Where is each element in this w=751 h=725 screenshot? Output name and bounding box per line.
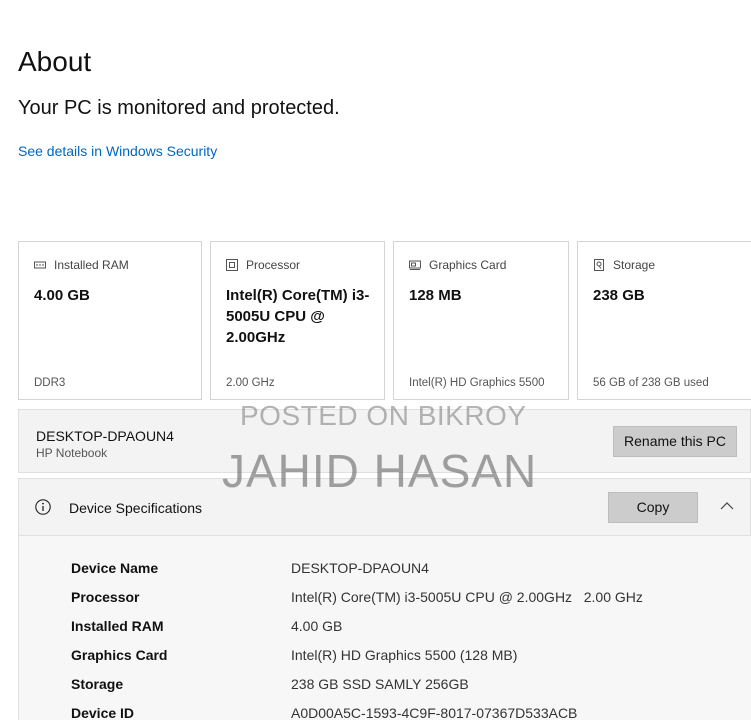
spec-row-device-name: Device Name DESKTOP-DPAOUN4: [71, 560, 429, 580]
spec-row-storage: Storage 238 GB SSD SAMLY 256GB: [71, 676, 469, 696]
spec-value: DESKTOP-DPAOUN4: [291, 560, 429, 576]
card-value: Intel(R) Core(TM) i3-5005U CPU @ 2.00GHz: [226, 287, 370, 346]
pc-name-panel: DESKTOP-DPAOUN4 HP Notebook Rename this …: [18, 409, 751, 473]
card-detail: Intel(R) HD Graphics 5500: [409, 377, 545, 389]
spec-key: Device Name: [71, 560, 159, 576]
rename-pc-button[interactable]: Rename this PC: [613, 426, 737, 457]
processor-icon: [226, 259, 238, 271]
storage-card: Storage 238 GB 56 GB of 238 GB used: [577, 241, 751, 400]
spec-value: Intel(R) HD Graphics 5500 (128 MB): [291, 647, 518, 663]
device-specifications-header[interactable]: Device Specifications Copy: [18, 478, 751, 536]
windows-security-link[interactable]: See details in Windows Security: [18, 143, 217, 159]
graphics-card-icon: [409, 259, 421, 271]
copy-button[interactable]: Copy: [608, 492, 698, 523]
pc-model: HP Notebook: [36, 446, 108, 460]
spec-key: Processor: [71, 589, 140, 605]
pc-name: DESKTOP-DPAOUN4: [36, 428, 174, 444]
spec-key: Storage: [71, 676, 124, 692]
spec-key: Graphics Card: [71, 647, 168, 663]
processor-card: Processor Intel(R) Core(TM) i3-5005U CPU…: [210, 241, 385, 400]
ram-icon: [34, 259, 46, 271]
card-label: Graphics Card: [429, 258, 507, 272]
spec-value: Intel(R) Core(TM) i3-5005U CPU @ 2.00GHz…: [291, 589, 643, 605]
card-value: 238 GB: [593, 287, 645, 304]
device-specifications-title: Device Specifications: [69, 500, 203, 516]
chevron-up-icon[interactable]: [719, 498, 735, 514]
spec-row-installed-ram: Installed RAM 4.00 GB: [71, 618, 342, 638]
card-detail: DDR3: [34, 377, 66, 389]
protection-status: Your PC is monitored and protected.: [18, 97, 340, 119]
info-icon: [35, 499, 51, 515]
page-title: About: [18, 46, 92, 77]
card-value: 4.00 GB: [34, 287, 90, 304]
storage-icon: [593, 259, 605, 271]
card-label: Installed RAM: [54, 258, 129, 272]
card-value: 128 MB: [409, 287, 462, 304]
spec-row-graphics-card: Graphics Card Intel(R) HD Graphics 5500 …: [71, 647, 517, 667]
installed-ram-card: Installed RAM 4.00 GB DDR3: [18, 241, 202, 400]
spec-value: A0D00A5C-1593-4C9F-8017-07367D533ACB: [291, 705, 578, 721]
graphics-card-card: Graphics Card 128 MB Intel(R) HD Graphic…: [393, 241, 569, 400]
spec-row-processor: Processor Intel(R) Core(TM) i3-5005U CPU…: [71, 589, 643, 609]
spec-key: Device ID: [71, 705, 135, 721]
spec-key: Installed RAM: [71, 618, 164, 634]
card-detail: 2.00 GHz: [226, 377, 275, 389]
spec-value: 238 GB SSD SAMLY 256GB: [291, 676, 469, 692]
device-specifications-body: Device Name DESKTOP-DPAOUN4 Processor In…: [18, 536, 751, 721]
spec-value: 4.00 GB: [291, 618, 343, 634]
card-label: Processor: [246, 258, 301, 272]
spec-row-device-id: Device ID A0D00A5C-1593-4C9F-8017-07367D…: [71, 705, 577, 725]
card-label: Storage: [613, 258, 656, 272]
card-detail: 56 GB of 238 GB used: [593, 377, 709, 389]
